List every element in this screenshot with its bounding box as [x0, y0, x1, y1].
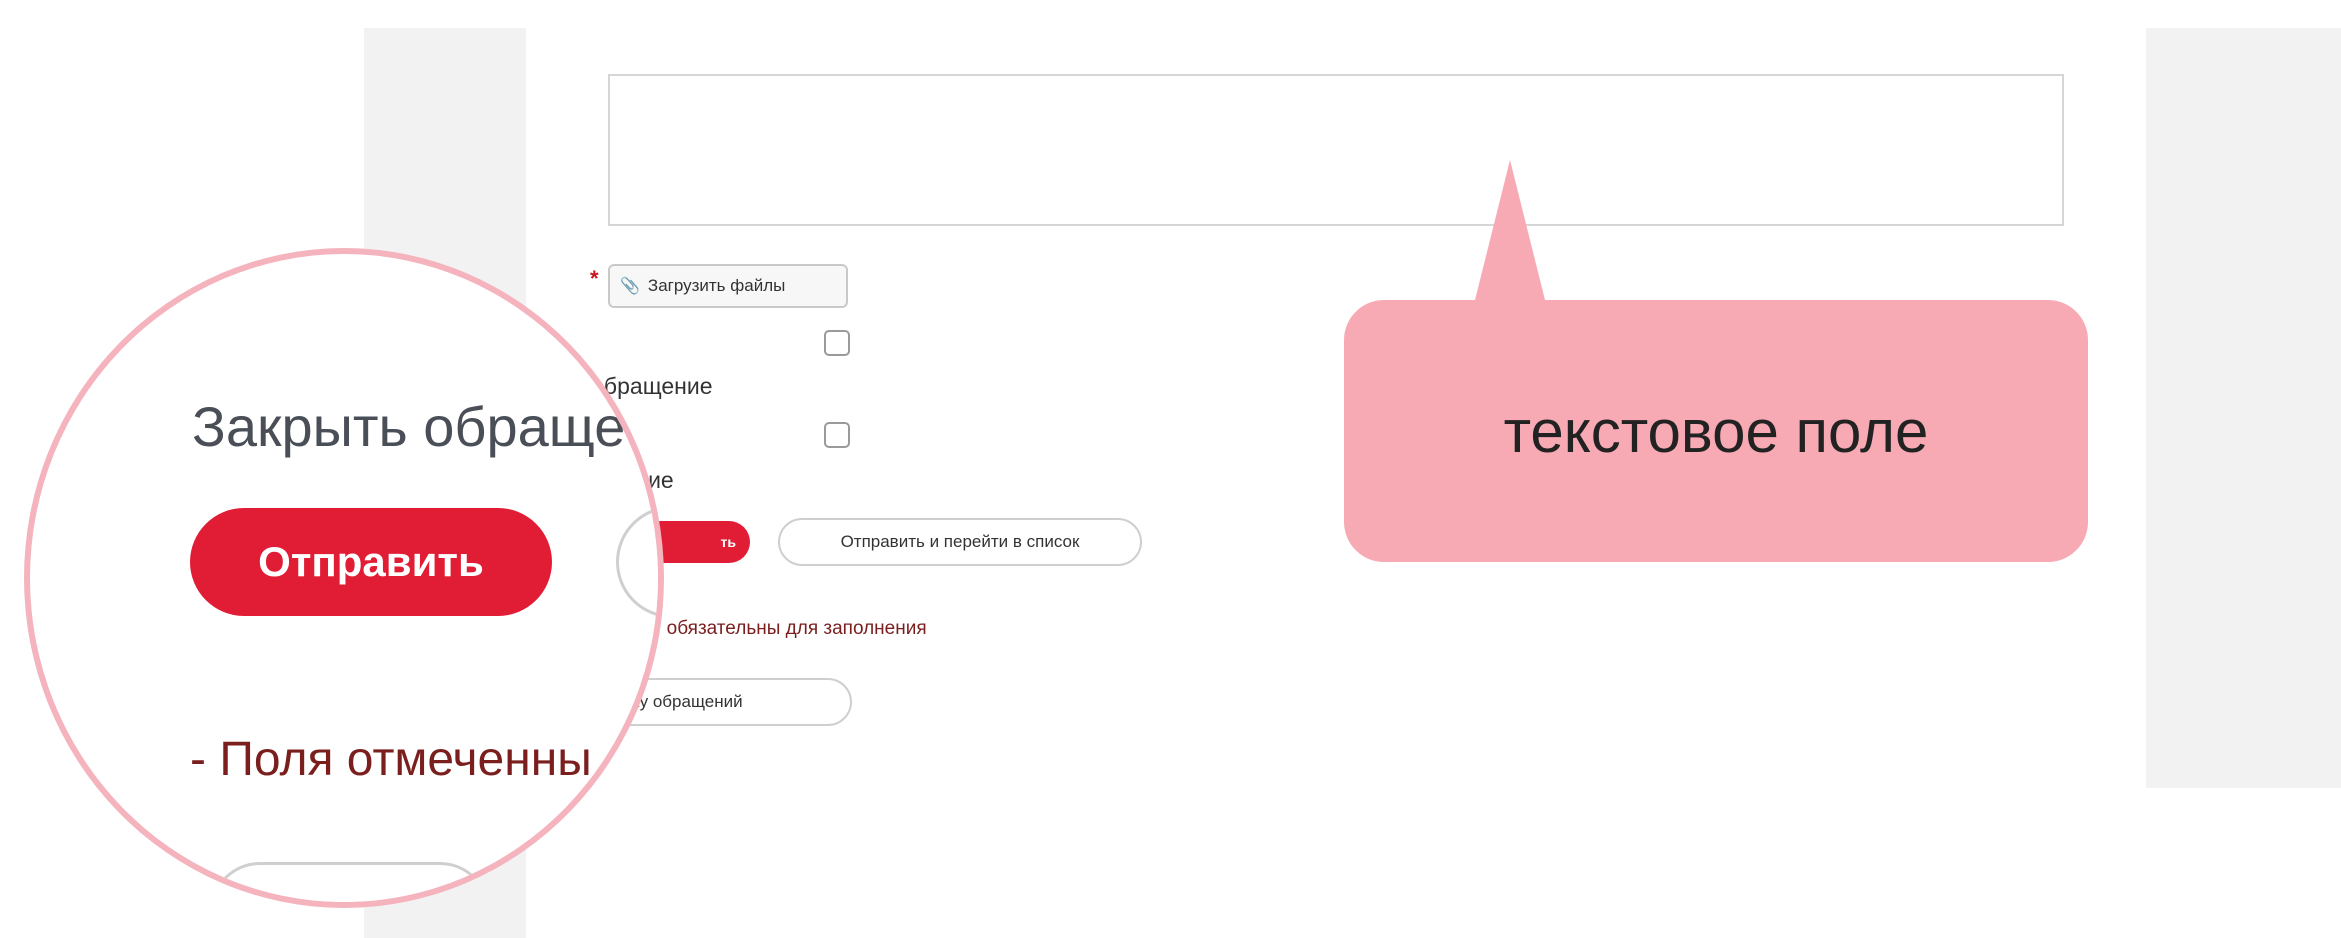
right-sidebar-panel	[2146, 28, 2341, 788]
callout-textarea-label: текстовое поле	[1344, 300, 2088, 562]
magnifier-zoom: Закрыть обраще Отправить С - Поля отмече…	[24, 248, 664, 908]
checkbox-close[interactable]	[824, 422, 850, 448]
callout-pointer	[1470, 160, 1550, 320]
upload-files-label: Загрузить файлы	[647, 276, 786, 295]
send-and-list-button[interactable]: Отправить и перейти в список	[778, 518, 1142, 566]
callout-text: текстовое поле	[1503, 397, 1929, 465]
magnified-required-note: - Поля отмеченны	[190, 733, 592, 786]
magnified-send-button: Отправить	[190, 508, 552, 616]
checkbox-postpone[interactable]	[824, 330, 850, 356]
magnified-second-button: С	[616, 506, 658, 618]
magnified-close-label: Закрыть обраще	[192, 395, 626, 458]
magnified-back-button	[210, 862, 490, 902]
message-textarea[interactable]	[608, 74, 2064, 226]
